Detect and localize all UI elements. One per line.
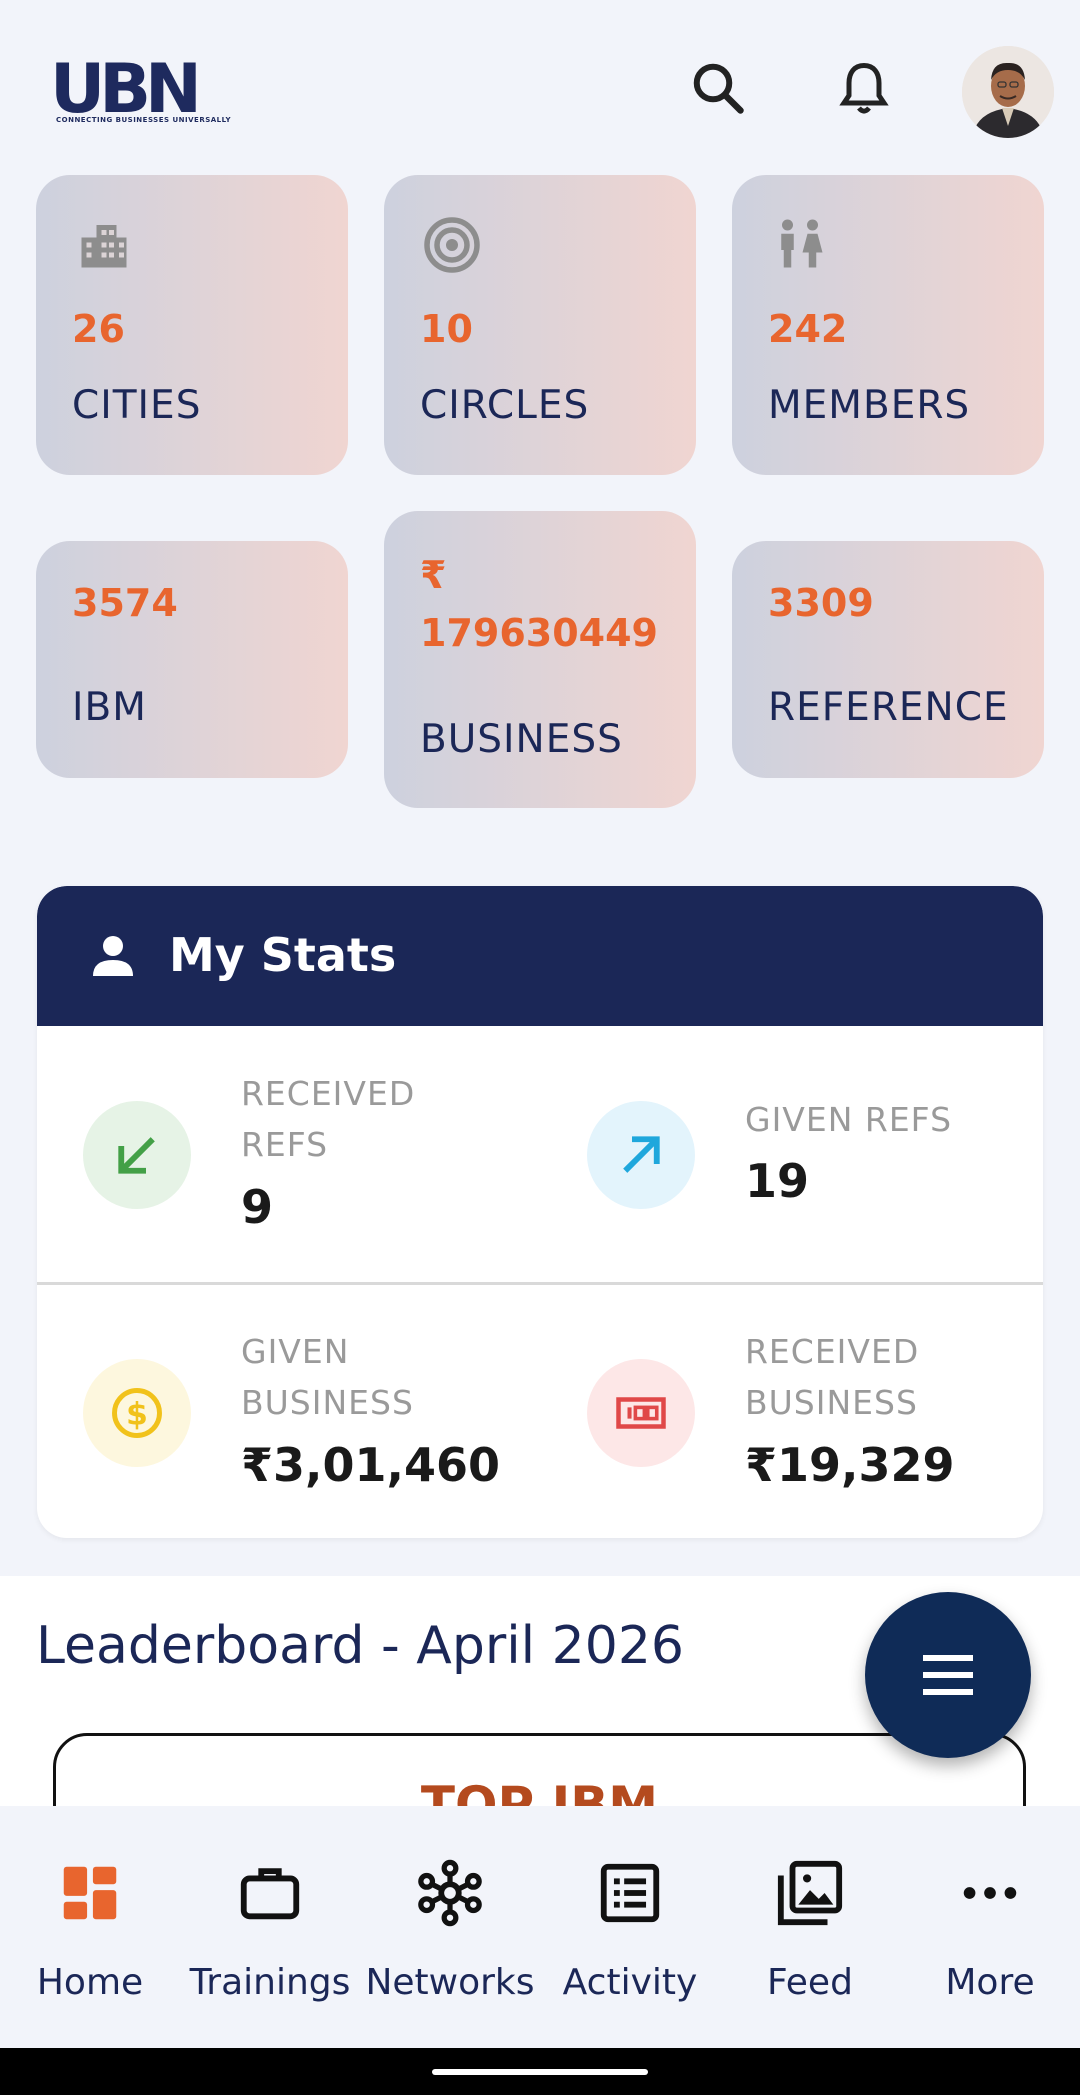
my-stats-card: My Stats RECEIVED REFS 9 GIVEN REFS 19 $…	[37, 886, 1043, 1538]
given-business-label-1: GIVEN	[241, 1332, 350, 1371]
reference-label: REFERENCE	[768, 685, 1009, 730]
ibm-label: IBM	[72, 685, 147, 730]
received-refs-label-1: RECEIVED	[241, 1074, 416, 1113]
nav-home-label: Home	[36, 1962, 144, 2003]
given-refs-circle	[587, 1101, 695, 1209]
system-navigation-bar	[0, 2048, 1080, 2095]
given-business-value: ₹3,01,460	[241, 1438, 500, 1492]
tile-ibm[interactable]: 3574 IBM	[36, 541, 348, 778]
business-amount: 179630449	[420, 611, 658, 655]
bell-icon[interactable]	[834, 58, 894, 118]
network-icon	[418, 1859, 482, 1927]
nav-feed-label: Feed	[767, 1962, 853, 2003]
ubn-logo[interactable]: UBN CONNECTING BUSINESSES UNIVERSALLY	[50, 50, 231, 130]
arrow-down-left-icon	[118, 1137, 155, 1174]
briefcase-icon	[240, 1868, 300, 1920]
hamburger-icon	[923, 1655, 973, 1695]
nav-more-label: More	[945, 1962, 1035, 2003]
my-stats-header: My Stats	[37, 886, 1043, 1026]
user-icon	[93, 936, 133, 976]
menu-fab-button[interactable]	[865, 1592, 1031, 1758]
business-label: BUSINESS	[420, 717, 623, 762]
nav-networks-label: Networks	[365, 1962, 535, 2003]
dollar-coin-icon: $	[112, 1388, 162, 1438]
tile-cities[interactable]: 26 CITIES	[36, 175, 348, 475]
received-business-label-2: BUSINESS	[745, 1383, 918, 1422]
stats-divider	[37, 1282, 1043, 1285]
received-refs-value: 9	[241, 1180, 274, 1234]
ibm-count: 3574	[72, 581, 178, 625]
nav-feed[interactable]: Feed	[720, 1806, 900, 2048]
circles-label: CIRCLES	[420, 383, 590, 428]
list-icon	[600, 1863, 660, 1923]
members-label: MEMBERS	[768, 383, 971, 428]
my-stats-title: My Stats	[169, 928, 397, 982]
nav-networks[interactable]: Networks	[360, 1806, 540, 2048]
given-business-label-2: BUSINESS	[241, 1383, 414, 1422]
received-business-circle	[587, 1359, 695, 1467]
leaderboard-title: Leaderboard - April 2026	[36, 1616, 684, 1676]
nav-activity-label: Activity	[562, 1962, 698, 2003]
members-count: 242	[768, 307, 848, 351]
nav-home[interactable]: Home	[0, 1806, 180, 2048]
reference-count: 3309	[768, 581, 874, 625]
target-icon	[424, 217, 480, 273]
cities-count: 26	[72, 307, 125, 351]
app-header: UBN CONNECTING BUSINESSES UNIVERSALLY	[0, 0, 1080, 170]
search-icon[interactable]	[688, 58, 748, 118]
banknote-icon	[616, 1397, 666, 1429]
nav-more[interactable]: More	[900, 1806, 1080, 2048]
received-business-label-1: RECEIVED	[745, 1332, 920, 1371]
people-icon	[781, 219, 823, 268]
received-refs-circle	[83, 1101, 191, 1209]
gallery-icon	[777, 1860, 843, 1926]
bottom-nav: Home Trainings Networks Activity Feed Mo…	[0, 1806, 1080, 2048]
nav-trainings[interactable]: Trainings	[180, 1806, 360, 2048]
building-icon	[81, 225, 127, 268]
home-grid-icon	[63, 1866, 117, 1920]
cities-label: CITIES	[72, 383, 202, 428]
received-refs-label-2: REFS	[241, 1125, 329, 1164]
circles-count: 10	[420, 307, 473, 351]
received-business-value: ₹19,329	[745, 1438, 955, 1492]
business-currency: ₹	[420, 553, 447, 597]
tile-reference[interactable]: 3309 REFERENCE	[732, 541, 1044, 778]
tile-circles[interactable]: 10 CIRCLES	[384, 175, 696, 475]
tile-members[interactable]: 242 MEMBERS	[732, 175, 1044, 475]
avatar[interactable]	[962, 46, 1054, 138]
home-gesture-handle[interactable]	[432, 2069, 648, 2075]
nav-trainings-label: Trainings	[189, 1962, 351, 2003]
given-refs-label: GIVEN REFS	[745, 1100, 953, 1139]
given-business-circle: $	[83, 1359, 191, 1467]
logo-tagline: CONNECTING BUSINESSES UNIVERSALLY	[56, 116, 232, 124]
nav-activity[interactable]: Activity	[540, 1806, 720, 2048]
arrow-up-right-icon	[623, 1136, 660, 1173]
more-dots-icon	[963, 1887, 1017, 1899]
svg-text:$: $	[126, 1396, 148, 1432]
given-refs-value: 19	[745, 1154, 810, 1208]
tile-business[interactable]: ₹ 179630449 BUSINESS	[384, 511, 696, 808]
